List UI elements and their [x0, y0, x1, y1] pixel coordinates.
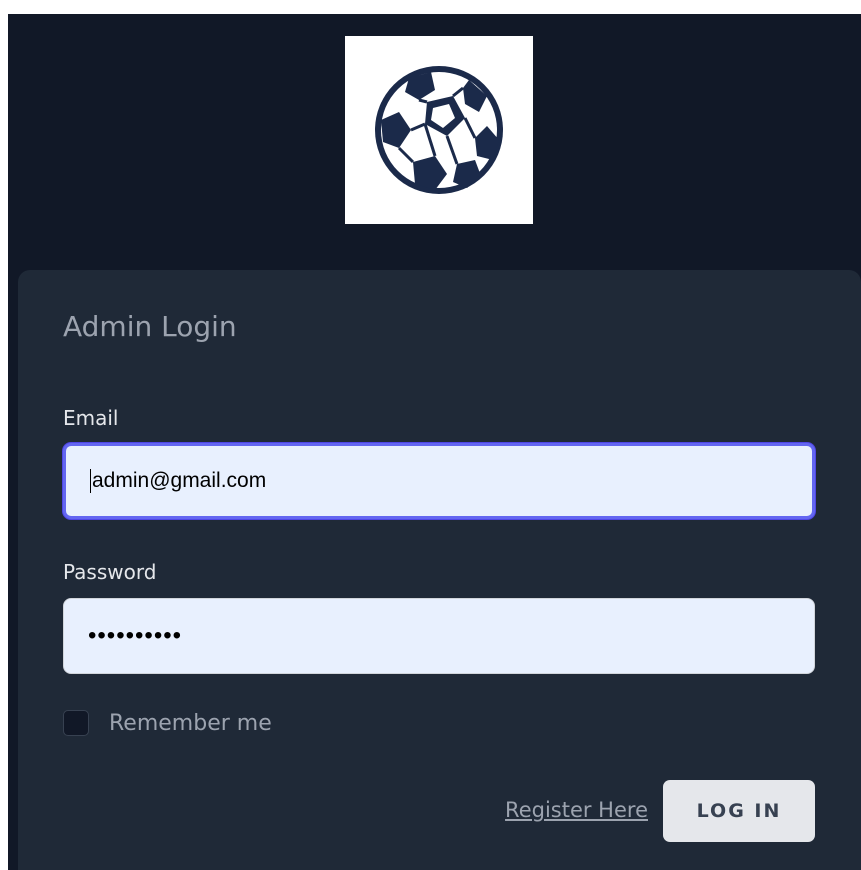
register-link[interactable]: Register Here [505, 798, 648, 822]
password-value: •••••••••• [88, 622, 183, 649]
card-title: Admin Login [63, 310, 237, 343]
remember-me-label: Remember me [109, 710, 272, 736]
remember-me[interactable]: Remember me [63, 710, 272, 736]
email-label: Email [63, 406, 119, 430]
app-background: Admin Login Email admin@gmail.com Passwo… [8, 14, 861, 870]
email-field[interactable]: admin@gmail.com [63, 443, 815, 519]
logo [345, 36, 533, 224]
email-value: admin@gmail.com [92, 469, 267, 492]
login-button[interactable]: LOG IN [663, 780, 815, 842]
soccer-ball-icon [375, 66, 503, 194]
login-card: Admin Login Email admin@gmail.com Passwo… [18, 270, 861, 870]
text-caret [90, 469, 91, 493]
password-field[interactable]: •••••••••• [63, 598, 815, 674]
remember-me-checkbox[interactable] [63, 710, 89, 736]
password-label: Password [63, 560, 157, 584]
